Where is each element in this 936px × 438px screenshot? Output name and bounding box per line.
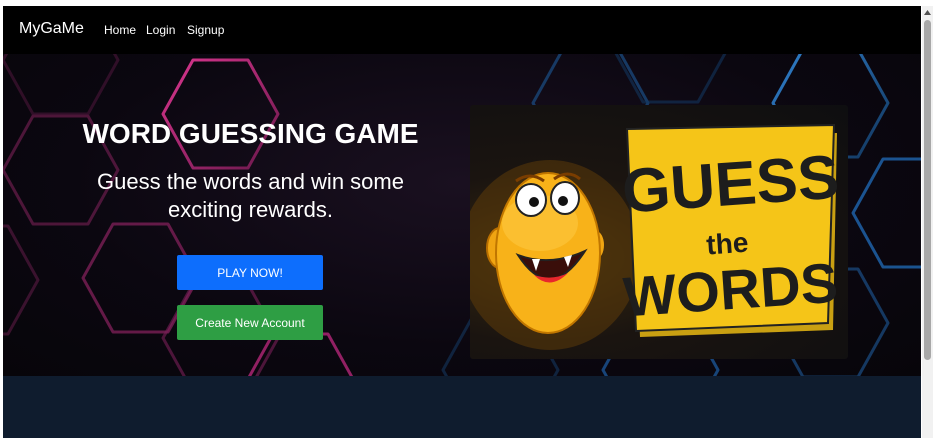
navbar: MyGaMe Home Login Signup	[3, 6, 921, 54]
content-section	[3, 376, 921, 438]
nav-link-home[interactable]: Home	[104, 23, 136, 37]
page-scrollbar[interactable]	[922, 6, 933, 438]
guess-the-words-logo: GUESS the WORDS	[470, 123, 841, 350]
chevron-up-icon[interactable]	[923, 8, 932, 17]
nav-link-login[interactable]: Login	[146, 23, 175, 37]
brand-logo-link[interactable]: MyGaMe	[19, 20, 84, 38]
game-logo-image: GUESS the WORDS	[470, 105, 848, 359]
browser-viewport: MyGaMe Home Login Signup WORD GUESSING G…	[3, 6, 921, 438]
create-account-button[interactable]: Create New Account	[177, 305, 323, 340]
logo-text-the: the	[705, 227, 749, 261]
hero-subtitle: Guess the words and win some exciting re…	[97, 169, 404, 222]
nav-link-signup[interactable]: Signup	[187, 23, 224, 37]
scrollbar-thumb[interactable]	[924, 20, 931, 360]
hero-section: WORD GUESSING GAME Guess the words and w…	[3, 54, 921, 376]
hero-title: WORD GUESSING GAME	[82, 118, 419, 149]
play-now-button[interactable]: PLAY NOW!	[177, 255, 323, 290]
